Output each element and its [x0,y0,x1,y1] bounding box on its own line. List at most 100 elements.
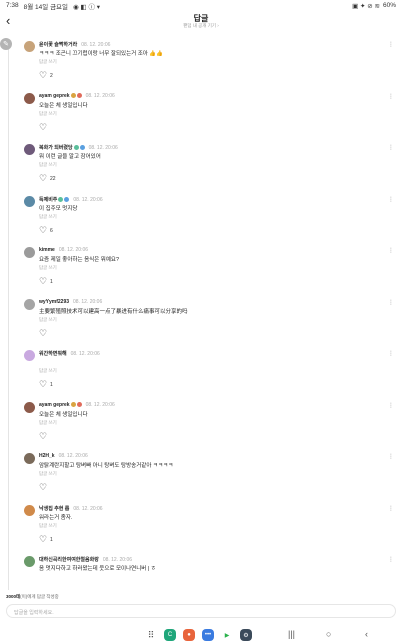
more-options-icon[interactable]: ⋮ [388,402,394,409]
status-icons: ◉ ◧ ⓘ ▾ [73,3,101,11]
like-count: 2 [50,73,53,79]
more-options-icon[interactable]: ⋮ [388,350,394,357]
phone-app-icon[interactable]: C [164,629,176,641]
comment-text: 뭐 이런 글을 알고 잠어있어 [39,154,101,160]
comment-text: 워라는거 좀자. [39,514,73,521]
avatar[interactable] [24,504,35,516]
reply-target-user: 3000테 [6,594,21,599]
settings-app-icon[interactable]: ⚙ [240,629,252,641]
more-options-icon[interactable]: ⋮ [388,247,394,254]
comment-time: 08. 12. 20:06 [73,505,103,512]
home-icon[interactable]: ○ [326,629,331,639]
comment-meta: 낙생집 추현 룹 08. 12. 20:06 [39,505,103,512]
reply-target-hint: 3000테(이)에게 답글 작성중 [6,594,59,600]
comment-text: 오늘은 체 생일입니다 [39,102,88,109]
heart-icon[interactable]: ♡ [39,483,47,492]
reply-link[interactable]: 답글 쓰기 [39,111,57,117]
comment-item: ayam geprek 08. 12. 20:06 오늘은 체 생일입니다 답글 쓰기… [0,90,402,142]
comment-author[interactable]: 대하신곡리한여여한철음화랑 [39,557,99,563]
user-badge-icon [70,401,76,407]
avatar[interactable] [24,41,35,52]
reply-link[interactable]: 답글 쓰기 [39,162,57,168]
reply-target-rest: (이)에게 답글 작성중 [20,594,59,599]
comment-author[interactable]: 복화가 되버렸당 [39,145,73,151]
avatar[interactable] [24,298,35,310]
comment-item: 워간하면뭐해 08. 12. 20:06 답글 쓰기 ♡ 1 ⋮ [0,347,402,399]
heart-icon[interactable]: ♡ [39,225,47,235]
messages-app-icon[interactable]: ••• [202,629,214,641]
avatar[interactable] [24,453,35,464]
heart-icon[interactable]: ♡ [39,380,47,389]
comment-item: 복화가 되버렸당 08. 12. 20:06 뭐 이런 글을 알고 잠어있어답글 쓰… [0,141,402,193]
more-options-icon[interactable]: ⋮ [388,144,394,151]
more-options-icon[interactable]: ⋮ [388,196,394,203]
play-store-app-icon[interactable]: ▶ [221,629,233,641]
back-nav-icon[interactable]: ‹ [365,629,368,639]
comment-time: 08. 12. 20:06 [58,453,88,459]
heart-icon[interactable]: ♡ [39,431,47,441]
avatar[interactable] [24,401,35,413]
comment-author[interactable]: 윤이꽃 슬쩍하거라 [39,42,77,48]
avatar[interactable] [24,556,35,567]
more-options-icon[interactable]: ⋮ [388,299,394,306]
reply-link[interactable]: 답글 쓰기 [39,523,57,529]
avatar[interactable] [24,247,35,258]
page-subtitle[interactable]: 팬덤 내 공개 기기 › [0,23,402,29]
comment-time: 08. 12. 20:06 [88,145,118,151]
comment-meta: kimme 08. 12. 20:06 [39,247,88,253]
comment-author[interactable]: 득제비주 [39,197,57,203]
contacts-app-icon[interactable]: ● [183,629,195,641]
user-badge-icon [58,196,64,202]
user-badge-icon [70,92,76,98]
heart-icon[interactable]: ♡ [39,534,47,544]
comment-text: ㅋㅋㅋ 조곤니 끄기럽이랑 너무 잘되있는거 조아 👍👍 [39,51,164,57]
reply-link[interactable]: 답글 쓰기 [39,214,57,220]
reply-link[interactable]: 답글 쓰기 [39,420,57,426]
comment-author[interactable]: H2H_k [39,453,55,459]
avatar[interactable] [24,92,35,104]
heart-icon[interactable]: ♡ [39,174,47,183]
avatar[interactable] [24,195,35,207]
heart-icon[interactable]: ♡ [39,277,47,286]
reply-input[interactable]: 답글을 입력하세요. [6,604,396,618]
comment-item: wyYymf2293 08. 12. 20:06 主要繁殖照技术可以建高一点了暴进有… [0,296,402,348]
like-count: 6 [50,227,53,234]
reply-link[interactable]: 답글 쓰기 [39,265,57,271]
reply-link[interactable]: 답글 쓰기 [39,317,57,323]
more-options-icon[interactable]: ⋮ [388,93,394,100]
comment-item: 득제비주 08. 12. 20:06 이 집주모 멋지당 답글 쓰기 ♡ 6 ⋮ [0,193,402,245]
app-grid-icon[interactable]: ⠿ [145,630,157,641]
user-badge-icon [73,145,79,151]
comment-text: 음 멋지다하고 하러왔는데 웃으로 모이나연니버 | ㅎ [39,566,156,572]
comment-text: 이 집주모 멋지당 [39,205,78,212]
comment-text: 암탉계란지할고 탕벼빠 아니 탕벼도 탕방송거같아 ㅋㅋㅋㅋ [39,463,174,469]
header: ‹ 답글 팬덤 내 공개 기기 › [0,11,402,33]
avatar[interactable] [24,350,35,361]
comment-list: 윤이꽃 슬쩍하거라 08. 12. 20:06 ㅋㅋㅋ 조곤니 끄기럽이랑 너무 잘… [0,38,402,605]
comment-author[interactable]: 낙생집 추현 룹 [39,506,69,512]
more-options-icon[interactable]: ⋮ [388,505,394,512]
reply-link[interactable]: 답글 쓰기 [39,471,57,477]
status-date: 8월 14일 금요일 [23,3,69,11]
comment-author[interactable]: kimme [39,247,55,253]
comment-meta: 대하신곡리한여여한철음화랑 08. 12. 20:06 [39,556,132,563]
comment-author[interactable]: wyYymf2293 [39,299,69,305]
heart-icon[interactable]: ♡ [39,328,47,338]
app-dock: ⠿ C ● ••• ▶ ⚙ [145,629,252,641]
user-badge-icon [79,145,85,151]
heart-icon[interactable]: ♡ [39,71,47,80]
heart-icon[interactable]: ♡ [39,122,47,132]
reply-link[interactable]: 답글 쓰기 [39,368,57,374]
comment-author[interactable]: ayam geprek [39,93,70,99]
more-options-icon[interactable]: ⋮ [388,453,394,460]
recents-icon[interactable]: ||| [288,629,295,639]
comment-author[interactable]: 워간하면뭐해 [39,351,67,357]
more-options-icon[interactable]: ⋮ [388,41,394,48]
avatar[interactable] [24,144,35,155]
comment-meta: 복화가 되버렸당 08. 12. 20:06 [39,144,118,151]
comment-time: 08. 12. 20:06 [85,401,115,408]
reply-link[interactable]: 답글 쓰기 [39,59,57,65]
more-options-icon[interactable]: ⋮ [388,556,394,563]
status-time: 7:38 [6,2,19,9]
comment-author[interactable]: ayam geprek [39,402,70,408]
